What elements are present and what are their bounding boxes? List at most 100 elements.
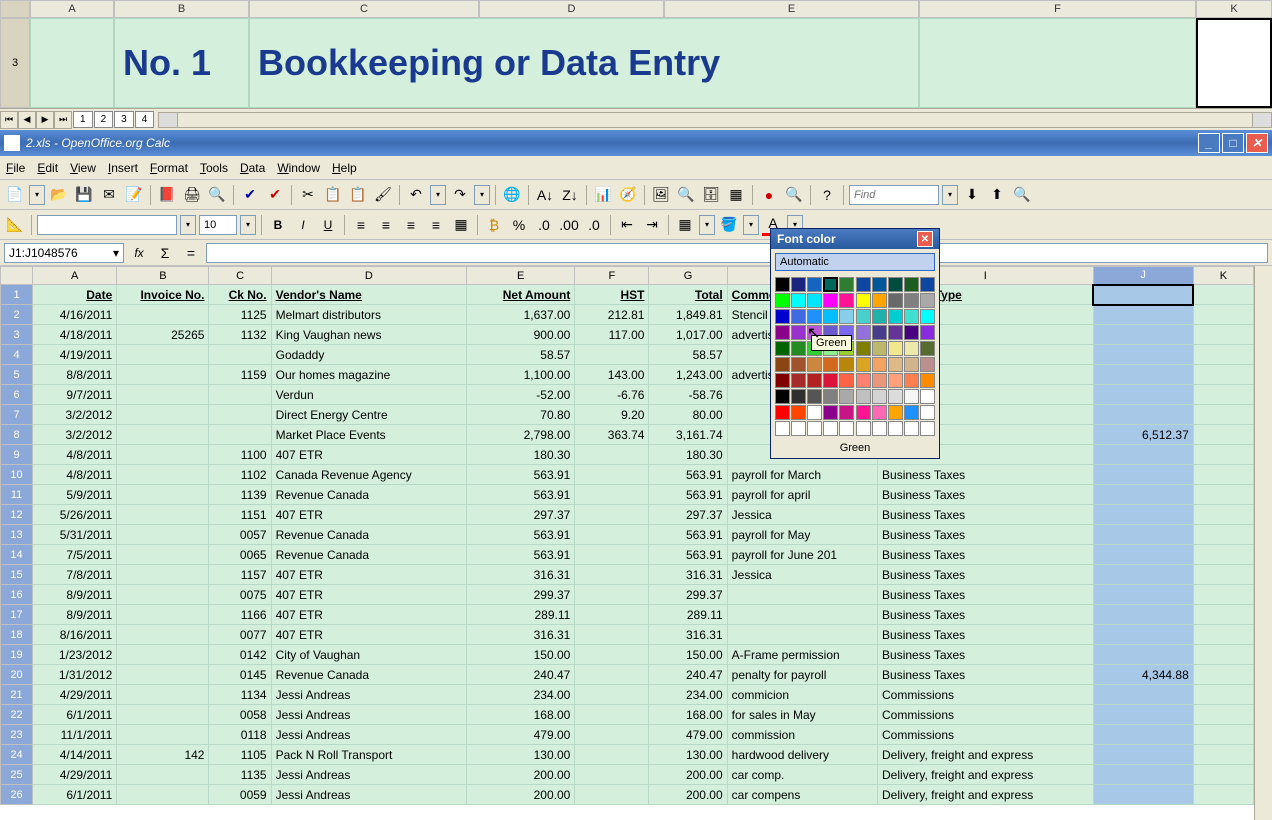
pdf-icon[interactable]: 📕	[156, 184, 178, 206]
color-swatch[interactable]	[807, 357, 822, 372]
color-swatch[interactable]	[775, 357, 790, 372]
cell[interactable]	[117, 725, 209, 745]
cell[interactable]: 363.74	[575, 425, 649, 445]
cell[interactable]: 130.00	[467, 745, 575, 765]
cell[interactable]: 200.00	[467, 765, 575, 785]
column-header[interactable]	[1, 267, 33, 285]
cell[interactable]	[117, 625, 209, 645]
cell[interactable]: 563.91	[649, 485, 727, 505]
cell[interactable]	[727, 625, 877, 645]
cell[interactable]	[1093, 465, 1193, 485]
cell[interactable]: -52.00	[467, 385, 575, 405]
cell[interactable]: Business Taxes	[878, 625, 1094, 645]
find-input[interactable]	[849, 185, 939, 205]
row-header[interactable]: 17	[1, 605, 33, 625]
color-swatch[interactable]	[775, 389, 790, 404]
cell[interactable]	[1193, 405, 1253, 425]
cell[interactable]: 150.00	[467, 645, 575, 665]
color-swatch[interactable]	[872, 325, 887, 340]
color-swatch[interactable]	[904, 421, 919, 436]
cell[interactable]	[1093, 785, 1193, 805]
cell[interactable]	[1193, 745, 1253, 765]
cell[interactable]: car comp.	[727, 765, 877, 785]
cell[interactable]: 168.00	[467, 705, 575, 725]
cell[interactable]: 8/9/2011	[33, 605, 117, 625]
row-header[interactable]: 13	[1, 525, 33, 545]
color-swatch[interactable]	[888, 309, 903, 324]
color-swatch[interactable]	[775, 373, 790, 388]
close-button[interactable]: ✕	[1246, 133, 1268, 153]
help-icon[interactable]: ?	[816, 184, 838, 206]
row-header[interactable]: 23	[1, 725, 33, 745]
cell[interactable]: 180.30	[649, 445, 727, 465]
cell[interactable]	[1193, 285, 1253, 305]
row-header[interactable]: 5	[1, 365, 33, 385]
column-header[interactable]: B	[117, 267, 209, 285]
cell[interactable]: Business Taxes	[878, 545, 1094, 565]
cell[interactable]: 1,243.00	[649, 365, 727, 385]
cell[interactable]	[575, 705, 649, 725]
column-header[interactable]: E	[467, 267, 575, 285]
color-swatch[interactable]	[920, 325, 935, 340]
cell[interactable]	[1193, 465, 1253, 485]
color-swatch[interactable]	[888, 277, 903, 292]
font-name-input[interactable]	[37, 215, 177, 235]
color-swatch[interactable]	[839, 421, 854, 436]
cell[interactable]: 4/16/2011	[33, 305, 117, 325]
cell[interactable]	[1193, 325, 1253, 345]
cell[interactable]	[575, 585, 649, 605]
new-icon[interactable]: 📄	[4, 184, 26, 206]
copy-icon[interactable]: 📋	[322, 184, 344, 206]
bold-icon[interactable]: B	[267, 214, 289, 236]
cell[interactable]: 4/19/2011	[33, 345, 117, 365]
cell[interactable]: Pack N Roll Transport	[271, 745, 466, 765]
column-header[interactable]: K	[1193, 267, 1253, 285]
color-swatch[interactable]	[807, 293, 822, 308]
cell[interactable]: 1,849.81	[649, 305, 727, 325]
cell[interactable]: 3/2/2012	[33, 425, 117, 445]
preview-icon[interactable]: 🔍	[206, 184, 228, 206]
cell[interactable]: 1105	[209, 745, 271, 765]
number-icon[interactable]: .0	[533, 214, 555, 236]
cell[interactable]: 130.00	[649, 745, 727, 765]
color-swatch[interactable]	[888, 325, 903, 340]
cell[interactable]	[209, 425, 271, 445]
cell[interactable]	[1193, 345, 1253, 365]
cell[interactable]: commission	[727, 725, 877, 745]
cell[interactable]: 6/1/2011	[33, 705, 117, 725]
cell[interactable]: 1132	[209, 325, 271, 345]
color-swatch[interactable]	[823, 357, 838, 372]
menu-view[interactable]: View	[70, 161, 96, 175]
color-swatch[interactable]	[775, 277, 790, 292]
color-swatch[interactable]	[872, 357, 887, 372]
column-header[interactable]: G	[649, 267, 727, 285]
row-header[interactable]: 10	[1, 465, 33, 485]
cell[interactable]: King Vaughan news	[271, 325, 466, 345]
color-swatch[interactable]	[791, 405, 806, 420]
cell[interactable]: 1100	[209, 445, 271, 465]
color-swatch[interactable]	[775, 341, 790, 356]
menu-file[interactable]: File	[6, 161, 25, 175]
sheet-tab[interactable]: 4	[135, 111, 155, 128]
cell[interactable]: 479.00	[649, 725, 727, 745]
color-swatch[interactable]	[823, 309, 838, 324]
cell[interactable]: 1139	[209, 485, 271, 505]
cell[interactable]: 58.57	[649, 345, 727, 365]
row-header[interactable]: 26	[1, 785, 33, 805]
cell[interactable]	[117, 765, 209, 785]
cell[interactable]: 142	[117, 745, 209, 765]
color-swatch[interactable]	[856, 277, 871, 292]
column-header[interactable]: C	[249, 0, 479, 18]
cell[interactable]: 4/8/2011	[33, 465, 117, 485]
cell[interactable]	[1193, 605, 1253, 625]
color-swatch[interactable]	[872, 309, 887, 324]
cell[interactable]: Verdun	[271, 385, 466, 405]
color-swatch[interactable]	[823, 373, 838, 388]
cell[interactable]	[1193, 385, 1253, 405]
color-swatch[interactable]	[791, 309, 806, 324]
cell[interactable]	[919, 18, 1196, 108]
cell[interactable]	[1093, 505, 1193, 525]
cell[interactable]	[1093, 585, 1193, 605]
cell[interactable]	[575, 765, 649, 785]
email-icon[interactable]: ✉	[98, 184, 120, 206]
